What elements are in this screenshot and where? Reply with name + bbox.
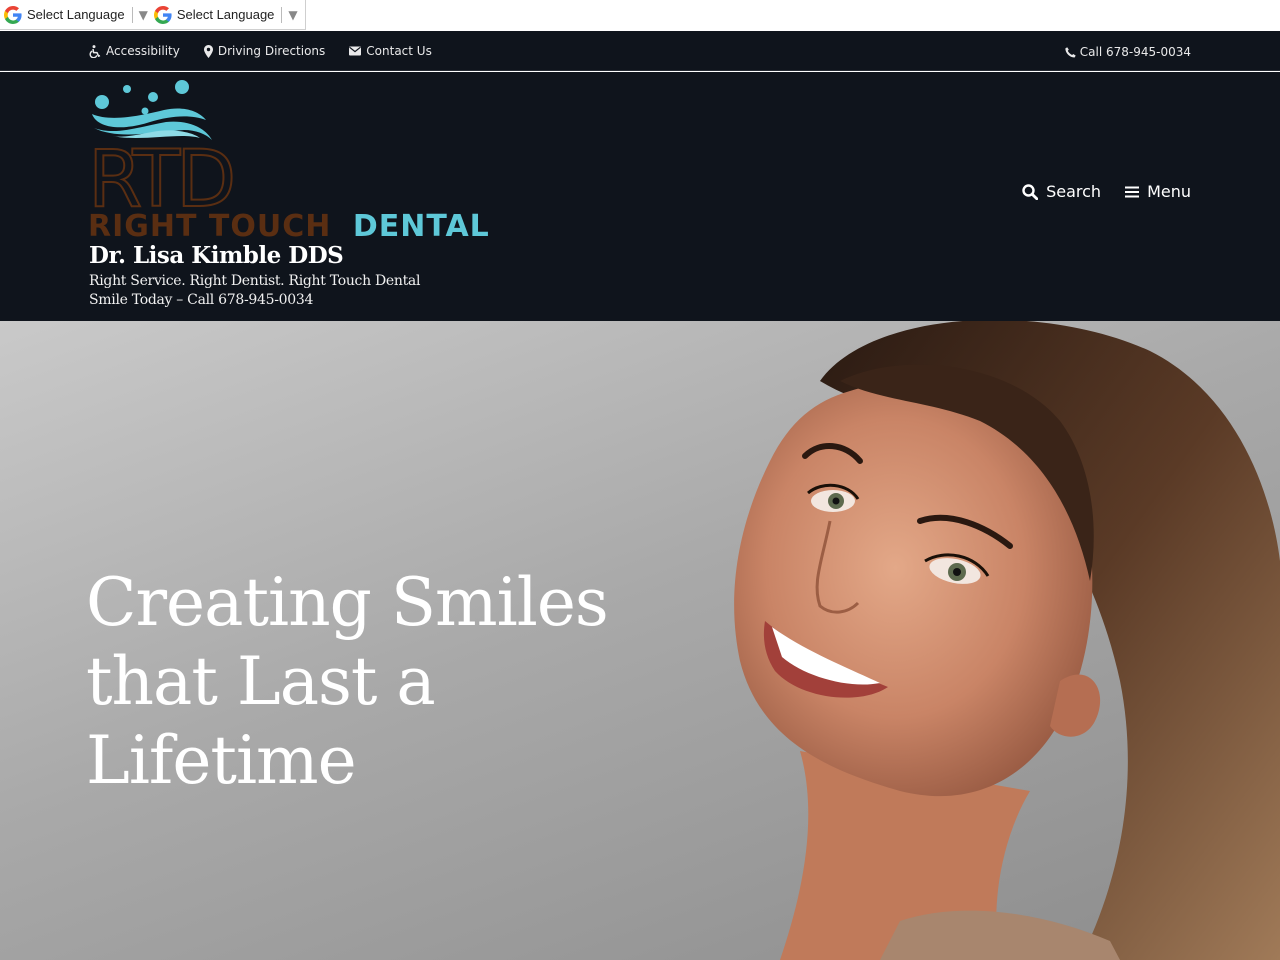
utility-links: Accessibility Driving Directions Contact… xyxy=(89,31,456,71)
language-select-1[interactable]: Select Language ▼ xyxy=(4,0,148,30)
google-icon xyxy=(4,5,22,24)
dropdown-arrow-icon: ▼ xyxy=(138,7,148,22)
utility-bar: Accessibility Driving Directions Contact… xyxy=(0,31,1280,71)
call-link[interactable]: Call 678-945-0034 xyxy=(1065,31,1191,73)
map-marker-icon xyxy=(203,44,213,58)
accessibility-label: Accessibility xyxy=(106,44,180,58)
language-selector-group: Select Language ▼ Select Language ▼ xyxy=(0,0,306,30)
hero-title-line: Creating Smiles xyxy=(86,564,609,641)
logo-wordmark-primary: RIGHT TOUCH xyxy=(88,209,331,240)
header-nav: Search Menu xyxy=(1022,182,1191,201)
right-touch-dental-logo[interactable]: RTD RIGHT TOUCH DENTAL xyxy=(88,78,518,240)
svg-text:RIGHT TOUCH DENTAL: RIGHT TOUCH DENTAL xyxy=(88,209,490,240)
search-label: Search xyxy=(1046,182,1102,201)
contact-us-label: Contact Us xyxy=(366,44,432,58)
language-select-label: Select Language xyxy=(176,7,275,22)
doctor-name: Dr. Lisa Kimble DDS xyxy=(89,242,344,269)
search-icon xyxy=(1022,183,1039,200)
hero-title-line: that Last a xyxy=(86,643,436,720)
driving-directions-label: Driving Directions xyxy=(217,44,326,58)
language-select-label: Select Language xyxy=(27,7,125,22)
logo-wordmark-secondary: DENTAL xyxy=(353,209,490,240)
contact-us-link[interactable]: Contact Us xyxy=(349,44,432,58)
language-select-2[interactable]: Select Language ▼ xyxy=(153,0,298,30)
menu-label: Menu xyxy=(1147,182,1191,201)
divider xyxy=(281,6,283,23)
call-line: Smile Today – Call 678-945-0034 xyxy=(89,292,314,308)
wheelchair-icon xyxy=(89,44,101,58)
hamburger-menu-icon xyxy=(1125,186,1140,197)
google-icon xyxy=(153,5,172,24)
hero-title: Creating Smiles that Last a Lifetime xyxy=(86,563,646,800)
menu-button[interactable]: Menu xyxy=(1125,182,1191,201)
driving-directions-link[interactable]: Driving Directions xyxy=(203,44,326,58)
call-label: Call 678-945-0034 xyxy=(1079,45,1191,59)
dropdown-arrow-icon: ▼ xyxy=(288,7,298,22)
hero-banner: Creating Smiles that Last a Lifetime xyxy=(0,321,1280,960)
divider xyxy=(131,6,133,23)
accessibility-link[interactable]: Accessibility xyxy=(89,44,180,58)
search-button[interactable]: Search xyxy=(1022,182,1101,201)
tagline: Right Service. Right Dentist. Right Touc… xyxy=(89,273,421,289)
envelope-icon xyxy=(349,46,362,56)
site-header: RTD RIGHT TOUCH DENTAL Dr. Lisa Kimble D… xyxy=(0,72,1280,321)
hero-title-line: Lifetime xyxy=(86,722,357,799)
translate-bar: Select Language ▼ Select Language ▼ xyxy=(0,0,1280,31)
phone-icon xyxy=(1065,46,1076,58)
